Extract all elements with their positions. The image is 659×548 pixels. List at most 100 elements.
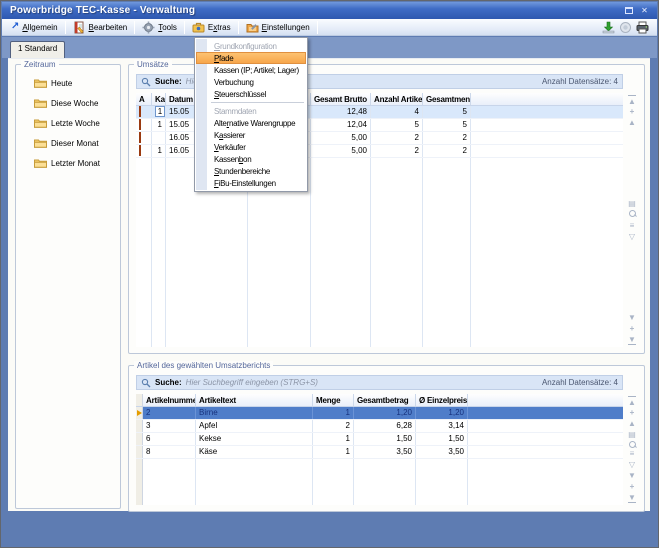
column-header-anzahl-artikel[interactable]: Anzahl Artikel (371, 93, 423, 105)
arrow-up-right-icon: ↗ (11, 22, 19, 32)
tab-strip: 1 Standard (2, 37, 657, 58)
folder-icon (34, 98, 47, 108)
column-header-artikelnummer[interactable]: Artikelnummer (143, 394, 196, 406)
flag-icon (139, 132, 141, 143)
zeitraum-panel: Zeitraum Heute Diese Woche (15, 64, 121, 509)
column-header-ka[interactable]: Ka (152, 93, 166, 105)
up-icon[interactable] (628, 418, 636, 429)
search-label: Suche: (155, 77, 182, 86)
artikel-search-input[interactable]: Hier Suchbegriff eingeben (STRG+S) (186, 378, 318, 387)
folder-icon (34, 158, 47, 168)
tree-item-dieser-monat[interactable]: Dieser Monat (22, 133, 116, 153)
zeitraum-panel-title: Zeitraum (21, 60, 59, 69)
view-icon[interactable] (628, 198, 636, 209)
tools-button[interactable]: Tools (137, 20, 182, 34)
column-header-menge[interactable]: Menge (313, 394, 354, 406)
append-icon[interactable] (630, 323, 635, 334)
tree-item-letzter-monat[interactable]: Letzter Monat (22, 153, 116, 173)
column-header-a[interactable]: A (136, 93, 152, 105)
menu-item-pfade[interactable]: Pfade (196, 52, 306, 64)
first-icon[interactable] (628, 396, 636, 407)
menu-item-kassenbon[interactable]: Kassenbon (196, 153, 306, 165)
down-icon[interactable] (628, 312, 636, 323)
menu-item-kassen[interactable]: Kassen (IP; Artikel; Lager) (196, 64, 306, 76)
artikel-panel-title: Artikel des gewählten Umsatzberichts (134, 361, 273, 370)
insert-icon[interactable] (630, 106, 635, 117)
search-icon (141, 378, 151, 388)
menu-item-alternative-warengruppe[interactable]: Alternative Warengruppe (196, 117, 306, 129)
flag-icon (139, 119, 141, 130)
artikel-grid: Artikelnummer Artikeltext Menge Gesamtbe… (136, 394, 623, 505)
folder-settings-icon (246, 21, 259, 34)
table-row[interactable]: 2 Birne 1 1,20 1,20 (136, 407, 623, 420)
menu-item-kassierer[interactable]: Kassierer (196, 129, 306, 141)
view-icon[interactable] (628, 429, 636, 440)
column-header-einzelpreis[interactable]: Ø Einzelpreis (416, 394, 468, 406)
down-icon[interactable] (628, 470, 636, 481)
record-count: Anzahl Datensätze: 4 (542, 378, 618, 387)
column-header-gesamtbetrag[interactable]: Gesamtbetrag (354, 394, 416, 406)
flag-icon (139, 106, 141, 117)
menu-item-verbuchung[interactable]: Verbuchung (196, 76, 306, 88)
focused-cell: 1 (155, 106, 165, 117)
toolbox-icon (192, 21, 205, 34)
artikel-grid-navigator (626, 396, 638, 503)
sort-icon[interactable] (630, 220, 635, 231)
app-window: Powerbridge TEC-Kasse - Verwaltung ✕ ↗ A… (0, 0, 659, 548)
search-label: Suche: (155, 378, 182, 387)
menu-item-stammdaten: Stammdaten (196, 105, 306, 117)
artikel-grid-header: Artikelnummer Artikeltext Menge Gesamtbe… (136, 394, 623, 407)
close-window-icon[interactable]: ✕ (638, 5, 651, 17)
bearbeiten-button[interactable]: Bearbeiten (68, 20, 133, 34)
up-icon[interactable] (628, 117, 636, 128)
tab-standard[interactable]: 1 Standard (10, 41, 65, 58)
menu-item-grundkonfiguration: Grundkonfiguration (196, 40, 306, 52)
menu-item-fibu-einstellungen[interactable]: FiBu-Einstellungen (196, 177, 306, 189)
column-header-gesamt-brutto[interactable]: Gesamt Brutto (311, 93, 371, 105)
folder-icon (34, 118, 47, 128)
last-icon[interactable] (628, 334, 636, 345)
flag-icon (139, 145, 141, 156)
last-icon[interactable] (628, 492, 636, 503)
preview-icon[interactable] (619, 21, 632, 34)
main-toolbar: ↗ Allgemein Bearbeiten To (2, 19, 657, 36)
umsaetze-grid-navigator (626, 95, 638, 345)
append-icon[interactable] (630, 481, 635, 492)
import-icon[interactable] (602, 21, 615, 34)
table-row[interactable]: 3 Apfel 2 6,28 3,14 (136, 420, 623, 433)
search-icon[interactable] (628, 209, 637, 220)
search-icon[interactable] (628, 440, 637, 448)
print-icon[interactable] (636, 21, 649, 34)
insert-icon[interactable] (630, 407, 635, 418)
table-row[interactable]: 8 Käse 1 3,50 3,50 (136, 446, 623, 459)
tree-item-heute[interactable]: Heute (22, 73, 116, 93)
column-header-gesamtmeng[interactable]: Gesamtmeng (423, 93, 471, 105)
filter-icon[interactable] (629, 459, 635, 470)
allgemein-button[interactable]: ↗ Allgemein (6, 20, 63, 34)
menu-separator (211, 102, 304, 103)
column-header-artikeltext[interactable]: Artikeltext (196, 394, 313, 406)
einstellungen-button[interactable]: Einstellungen (241, 20, 315, 34)
gear-icon (142, 21, 155, 34)
filter-icon[interactable] (629, 231, 635, 242)
content-area: Zeitraum Heute Diese Woche (8, 58, 650, 511)
restore-window-icon[interactable] (622, 5, 635, 17)
menu-item-verkaeufer[interactable]: Verkäufer (196, 141, 306, 153)
folder-icon (34, 78, 47, 88)
window-title: Powerbridge TEC-Kasse - Verwaltung (10, 5, 619, 16)
extras-button[interactable]: Extras (187, 20, 236, 34)
table-row[interactable]: 6 Kekse 1 1,50 1,50 (136, 433, 623, 446)
menu-item-stundenbereiche[interactable]: Stundenbereiche (196, 165, 306, 177)
folder-icon (34, 138, 47, 148)
title-bar: Powerbridge TEC-Kasse - Verwaltung ✕ (2, 2, 657, 19)
zeitraum-tree: Heute Diese Woche Letzte Woche (22, 73, 116, 173)
row-indicator-arrow-icon (137, 410, 142, 416)
first-icon[interactable] (628, 95, 636, 106)
artikel-search-bar: Suche: Hier Suchbegriff eingeben (STRG+S… (136, 375, 623, 390)
tree-item-diese-woche[interactable]: Diese Woche (22, 93, 116, 113)
sort-icon[interactable] (630, 448, 635, 459)
umsaetze-panel-title: Umsätze (134, 60, 172, 69)
artikel-panel: Artikel des gewählten Umsatzberichts Suc… (128, 365, 645, 512)
tree-item-letzte-woche[interactable]: Letzte Woche (22, 113, 116, 133)
menu-item-steuerschluessel[interactable]: Steuerschlüssel (196, 88, 306, 100)
